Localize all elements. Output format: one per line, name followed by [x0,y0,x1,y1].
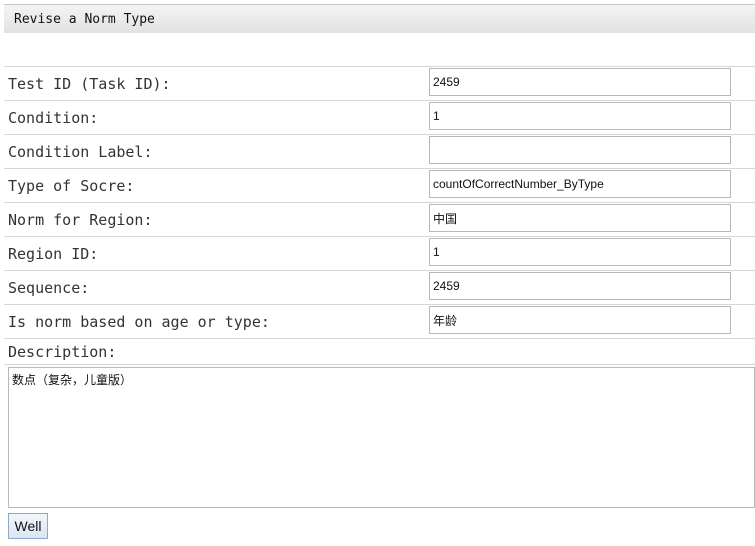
region-id-input[interactable] [429,238,731,266]
test-id-label: Test ID (Task ID): [8,75,171,93]
norm-region-label: Norm for Region: [8,211,153,229]
panel-title: Revise a Norm Type [14,12,155,27]
description-label: Description: [8,343,117,361]
form-row-norm-region: Norm for Region: [4,203,755,237]
form-row-region-id: Region ID: [4,237,755,271]
condition-label-input[interactable] [429,136,731,164]
score-type-label: Type of Socre: [8,177,135,195]
test-id-input[interactable] [429,68,731,96]
condition-input[interactable] [429,102,731,130]
panel-header: Revise a Norm Type [4,4,755,33]
form-row-test-id: Test ID (Task ID): [4,67,755,101]
description-divider [4,364,755,365]
description-textarea[interactable]: 数点（复杂，儿童版） [8,367,755,508]
form-row-sequence: Sequence: [4,271,755,305]
region-id-label: Region ID: [8,245,99,263]
sequence-label: Sequence: [8,279,90,297]
form-row-score-type: Type of Socre: [4,169,755,203]
norm-type-form: Test ID (Task ID): Condition: Condition … [4,66,755,339]
form-row-condition-label: Condition Label: [4,135,755,169]
condition-label: Condition: [8,109,99,127]
score-type-input[interactable] [429,170,731,198]
condition-label-label: Condition Label: [8,143,153,161]
form-row-norm-basis: Is norm based on age or type: [4,305,755,339]
norm-basis-label: Is norm based on age or type: [8,313,270,331]
form-row-condition: Condition: [4,101,755,135]
sequence-input[interactable] [429,272,731,300]
norm-region-input[interactable] [429,204,731,232]
submit-button[interactable]: Well [8,513,48,539]
norm-basis-input[interactable] [429,306,731,334]
